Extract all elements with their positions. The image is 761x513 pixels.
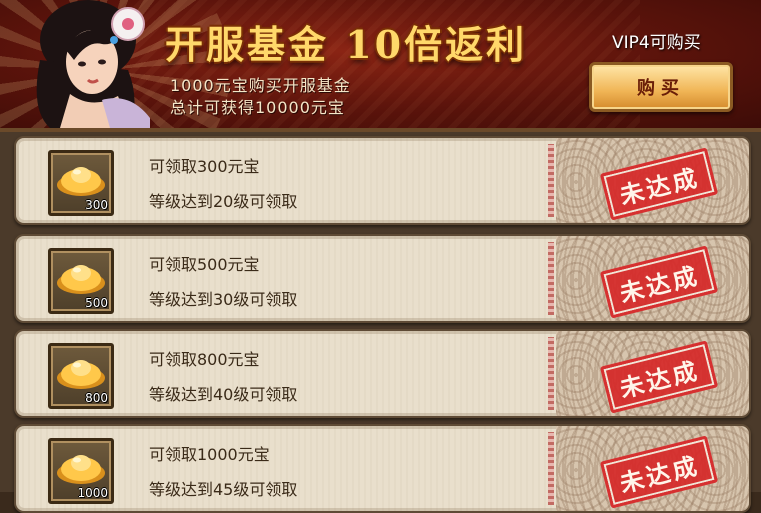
level-condition-text: 等级达到20级可领取 — [149, 192, 298, 211]
row-divider — [548, 242, 554, 315]
item-count: 1000 — [77, 486, 108, 500]
banner-price-line: 1000元宝购买开服基金 — [170, 76, 351, 95]
level-condition-text: 等级达到40级可领取 — [149, 385, 298, 404]
row-divider — [548, 144, 554, 217]
row-divider — [548, 432, 554, 505]
item-count: 800 — [85, 391, 108, 405]
level-condition-text: 等级达到30级可领取 — [149, 290, 298, 309]
reward-amount-text: 可领取800元宝 — [149, 350, 260, 369]
fund-banner: 开服基金 10倍返利 1000元宝购买开服基金 总计可获得10000元宝 VIP… — [0, 0, 761, 132]
vip-requirement-label: VIP4可购买 — [612, 33, 701, 53]
gold-ingot-icon: 500 — [48, 248, 114, 314]
reward-row: 1000 可领取1000元宝 等级达到45级可领取 未达成 — [14, 424, 751, 513]
reward-amount-text: 可领取300元宝 — [149, 157, 260, 176]
row-divider — [548, 337, 554, 410]
item-count: 300 — [85, 198, 108, 212]
buy-button[interactable]: 购买 — [589, 62, 733, 112]
banner-total-line: 总计可获得10000元宝 — [170, 98, 345, 117]
item-count: 500 — [85, 296, 108, 310]
reward-row: 500 可领取500元宝 等级达到30级可领取 未达成 — [14, 234, 751, 323]
reward-row: 800 可领取800元宝 等级达到40级可领取 未达成 — [14, 329, 751, 418]
banner-title: 开服基金 10倍返利 — [165, 22, 528, 67]
reward-row: 300 可领取300元宝 等级达到20级可领取 未达成 — [14, 136, 751, 225]
reward-list: 300 可领取300元宝 等级达到20级可领取 未达成 500 可领取500元宝… — [0, 132, 761, 513]
reward-amount-text: 可领取500元宝 — [149, 255, 260, 274]
gold-ingot-icon: 300 — [48, 150, 114, 216]
gold-ingot-icon: 800 — [48, 343, 114, 409]
heroine-portrait-icon — [36, 0, 150, 128]
gold-ingot-icon: 1000 — [48, 438, 114, 504]
reward-amount-text: 可领取1000元宝 — [149, 445, 270, 464]
level-condition-text: 等级达到45级可领取 — [149, 480, 298, 499]
